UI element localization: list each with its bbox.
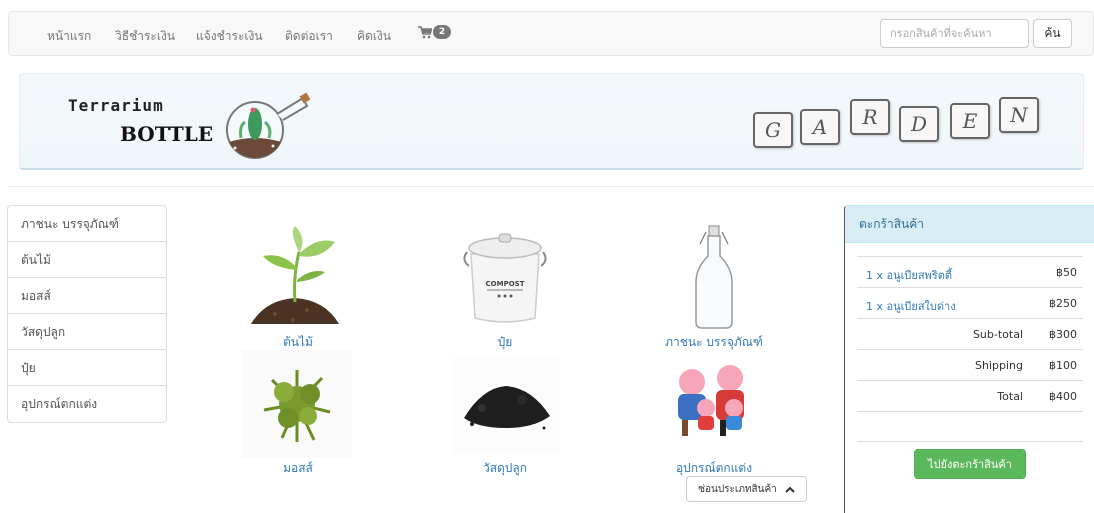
nav-contact[interactable]: ติดต่อเรา [285,27,333,46]
terrarium-bulb-icon [226,92,311,159]
nav-payment-notify[interactable]: แจ้งชำระเงิน [196,27,263,46]
glass-bottle-image[interactable] [694,224,734,330]
product-label-moss[interactable]: มอสส์ [218,459,378,478]
nav-home[interactable]: หน้าแรก [47,27,91,46]
cart-empty-row [857,411,1083,442]
cart-item-price: ฿250 [1049,297,1077,310]
garden-letter-tile: E [950,103,990,139]
search-input[interactable] [880,19,1029,48]
total-value: ฿400 [1049,390,1077,403]
sidebar-item-containers[interactable]: ภาชนะ บรรจุภัณฑ์ [8,206,166,242]
sidebar-item-moss[interactable]: มอสส์ [8,278,166,314]
logo-text-terrarium: Terrarium [68,96,164,115]
nav-payment-method[interactable]: วิธีชำระเงิน [115,27,175,46]
nav-cart[interactable]: 2 [418,25,451,39]
cart-panel-title: ตะกร้าสินค้า [845,206,1094,243]
garden-letter-tile: A [800,109,840,145]
shipping-value: ฿100 [1049,359,1077,372]
header-banner: Terrarium BOTTLE G A R D E N [19,73,1084,170]
cart-subtotal-row: Sub-total ฿300 [857,318,1083,349]
cart-item-price: ฿50 [1056,266,1077,279]
sidebar-item-decorations[interactable]: อุปกรณ์ตกแต่ง [8,386,166,422]
search-button[interactable]: ค้น [1033,19,1072,48]
shopping-cart-icon [418,25,432,38]
sidebar-item-plants[interactable]: ต้นไม้ [8,242,166,278]
compost-bin-image[interactable]: COMPOST [463,230,547,326]
total-label: Total [997,390,1023,403]
garden-letter-tile: D [899,106,939,142]
category-sidebar: ภาชนะ บรรจุภัณฑ์ ต้นไม้ มอสส์ วัสดุปลูก … [7,205,167,423]
sidebar-item-fertilizer[interactable]: ปุ๋ย [8,350,166,386]
cart-count-badge: 2 [433,25,451,39]
garden-letter-tile: G [753,112,793,148]
garden-letter-tile: R [850,99,890,135]
cart-item-name[interactable]: 1 x อนูเบียสใบด่าง [866,297,956,315]
hide-categories-button[interactable]: ซ่อนประเภทสินค้า [686,476,807,502]
product-label-fertilizer[interactable]: ปุ๋ย [425,333,585,352]
logo-text-bottle: BOTTLE [120,122,214,146]
garden-letter-tile: N [999,97,1039,133]
cart-item-name[interactable]: 1 x อนูเบียสพริตตี้ [866,266,952,284]
top-navbar: หน้าแรก วิธีชำระเงิน แจ้งชำระเงิน ติดต่อ… [8,11,1094,56]
cart-table: 1 x อนูเบียสพริตตี้ ฿50 1 x อนูเบียสใบด่… [857,256,1083,442]
nav-checkout[interactable]: คิดเงิน [357,27,391,46]
divider [8,186,1094,187]
subtotal-value: ฿300 [1049,328,1077,341]
svg-text:COMPOST: COMPOST [486,280,525,288]
chevron-up-icon [785,486,795,493]
product-label-containers[interactable]: ภาชนะ บรรจุภัณฑ์ [634,333,794,352]
soil-image[interactable] [452,358,560,454]
hide-categories-label: ซ่อนประเภทสินค้า [698,483,777,495]
pig-figurines-image[interactable] [666,362,762,446]
sprout-image[interactable] [245,222,345,328]
go-to-cart-button[interactable]: ไปยังตะกร้าสินค้า [914,449,1026,479]
sidebar-item-soil[interactable]: วัสดุปลูก [8,314,166,350]
cart-total-row: Total ฿400 [857,380,1083,411]
subtotal-label: Sub-total [972,328,1023,341]
moss-image[interactable] [242,350,352,458]
shipping-label: Shipping [975,359,1023,372]
cart-item-row: 1 x อนูเบียสพริตตี้ ฿50 [857,256,1083,287]
cart-shipping-row: Shipping ฿100 [857,349,1083,380]
cart-item-row: 1 x อนูเบียสใบด่าง ฿250 [857,287,1083,318]
cart-panel: ตะกร้าสินค้า 1 x อนูเบียสพริตตี้ ฿50 1 x… [844,205,1094,513]
product-label-soil[interactable]: วัสดุปลูก [425,459,585,478]
